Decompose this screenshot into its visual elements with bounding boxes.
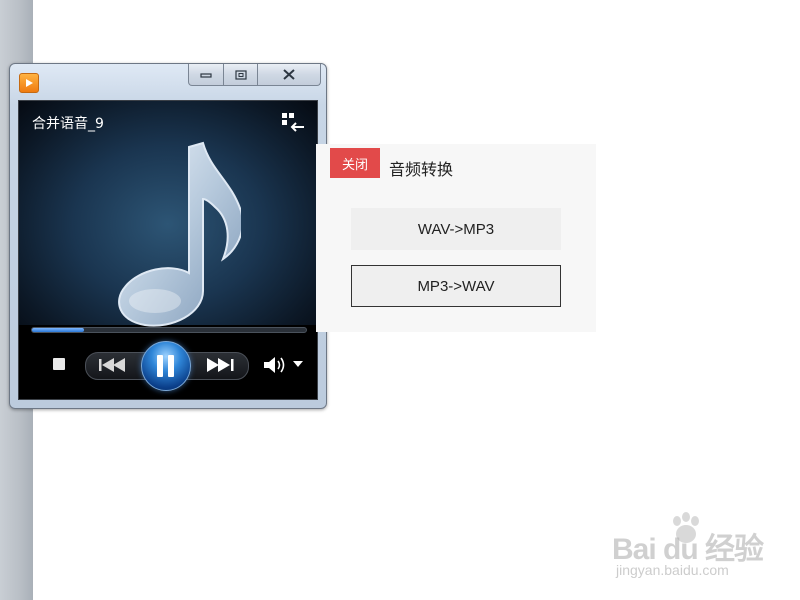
stop-button[interactable] xyxy=(53,358,65,370)
playback-controls xyxy=(19,341,317,391)
volume-icon[interactable] xyxy=(263,355,289,375)
panel-title: 音频转换 xyxy=(389,160,454,179)
watermark-url: jingyan.baidu.com xyxy=(616,562,729,578)
audio-converter-panel: 关闭 音频转换 WAV->MP3 MP3->WAV xyxy=(316,144,596,332)
track-title: 合并语音_9 xyxy=(32,116,104,132)
seek-progress xyxy=(32,328,85,332)
player-screen: 合并语音_9 xyxy=(18,100,318,400)
next-button[interactable] xyxy=(205,357,237,373)
previous-button[interactable] xyxy=(97,357,129,373)
minimize-button[interactable] xyxy=(188,64,224,86)
pause-button[interactable] xyxy=(141,341,191,391)
switch-to-library-icon[interactable] xyxy=(281,112,305,132)
close-panel-button[interactable]: 关闭 xyxy=(330,148,380,178)
maximize-button[interactable] xyxy=(224,64,258,86)
chevron-down-icon[interactable] xyxy=(293,361,303,368)
now-playing-area: 合并语音_9 xyxy=(19,101,317,327)
media-player-icon[interactable] xyxy=(19,73,39,93)
close-icon xyxy=(283,69,295,80)
seek-bar[interactable] xyxy=(31,327,307,333)
mp3-to-wav-button[interactable]: MP3->WAV xyxy=(351,265,561,307)
pause-icon xyxy=(157,355,163,377)
baidu-jingyan-watermark: Bai du 经验 jingyan.baidu.com xyxy=(612,512,782,582)
pause-icon-bar xyxy=(168,355,174,377)
window-caption-buttons xyxy=(188,64,321,86)
maximize-icon xyxy=(234,69,247,80)
wav-to-mp3-button[interactable]: WAV->MP3 xyxy=(351,208,561,250)
media-player-window: 合并语音_9 xyxy=(9,63,327,409)
baidu-paw-icon xyxy=(673,512,699,543)
minimize-icon xyxy=(200,72,212,78)
window-close-button[interactable] xyxy=(258,64,321,86)
music-note-art xyxy=(118,141,241,327)
